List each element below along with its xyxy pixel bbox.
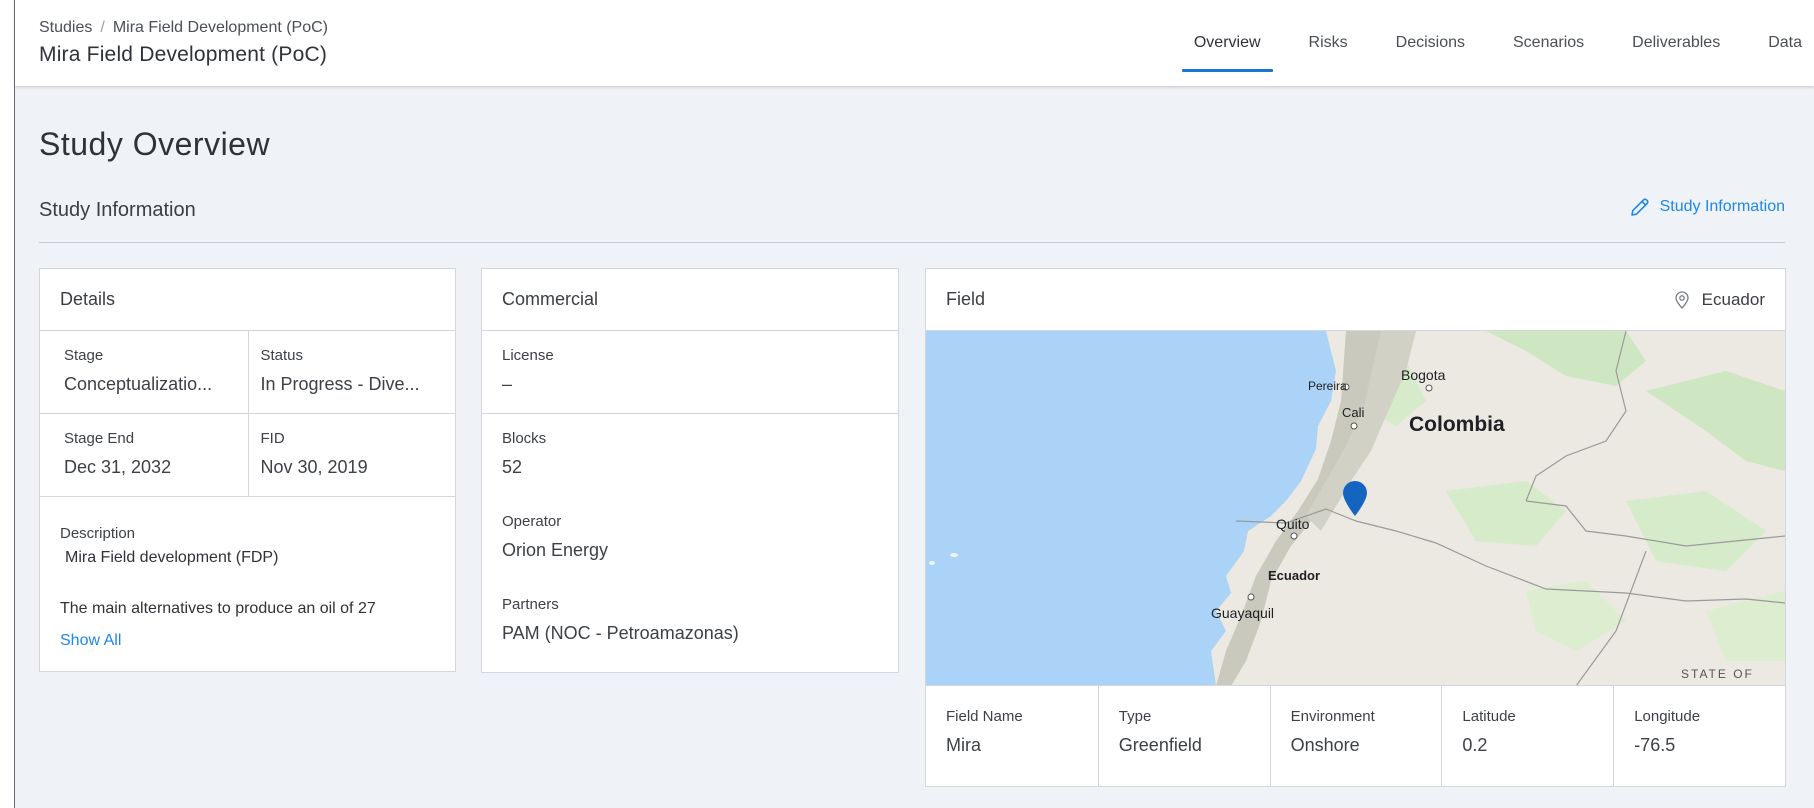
field-environment-value: Onshore	[1290, 735, 1360, 755]
field-map[interactable]: Pereira Bogota Cali Colombia Quito Ecuad…	[926, 331, 1785, 686]
description-text-line1: Mira Field development (FDP)	[65, 549, 279, 566]
license-block: License –	[482, 331, 898, 414]
field-environment-label: Environment	[1290, 708, 1375, 725]
field-card-header: Field Ecuador	[926, 269, 1785, 331]
partners-value: PAM (NOC - Petroamazonas)	[502, 623, 739, 643]
partners-block: Partners PAM (NOC - Petroamazonas)	[502, 596, 878, 679]
edit-link-label: Study Information	[1659, 198, 1785, 215]
fid-cell: FID Nov 30, 2019	[247, 414, 455, 497]
field-name-label: Field Name	[946, 708, 1023, 725]
commercial-card-title: Commercial	[502, 289, 599, 309]
license-value: –	[502, 374, 513, 394]
description-text-line2: The main alternatives to produce an oil …	[60, 600, 376, 617]
field-longitude-label: Longitude	[1634, 708, 1701, 725]
map-label-quito: Quito	[1276, 516, 1310, 532]
operator-block: Operator Orion Energy	[502, 513, 878, 596]
field-stats: Field Name Mira Type Greenfield Environm…	[926, 686, 1785, 786]
description-label: Description	[60, 525, 136, 542]
edit-study-information-link[interactable]: Study Information	[1628, 195, 1785, 219]
map-label-state-of: STATE OF	[1681, 667, 1754, 681]
commercial-card-header: Commercial	[482, 269, 898, 331]
field-name-stat: Field Name Mira	[926, 686, 1098, 786]
stage-label: Stage	[64, 347, 104, 364]
tab-bar: Overview Risks Decisions Scenarios Deliv…	[1170, 0, 1814, 86]
map-label-pereira: Pereira	[1308, 379, 1347, 393]
field-longitude-value: -76.5	[1634, 735, 1676, 755]
breadcrumb: Studies / Mira Field Development (PoC)	[39, 19, 328, 37]
field-type-label: Type	[1118, 708, 1152, 725]
operator-label: Operator	[502, 513, 562, 530]
details-card-header: Details	[40, 269, 455, 331]
field-latitude-label: Latitude	[1462, 708, 1516, 725]
details-card-title: Details	[60, 289, 116, 309]
map-label-ecuador: Ecuador	[1268, 568, 1321, 583]
study-title: Mira Field Development (PoC)	[39, 43, 328, 66]
blocks-value: 52	[502, 457, 523, 477]
fid-label: FID	[260, 430, 285, 447]
partners-label: Partners	[502, 596, 559, 613]
map-label-cali: Cali	[1342, 405, 1365, 420]
map-label-colombia: Colombia	[1409, 413, 1505, 436]
tab-overview[interactable]: Overview	[1170, 0, 1285, 86]
field-card-title: Field	[946, 289, 986, 309]
field-location: Ecuador	[1672, 290, 1765, 310]
field-type-stat: Type Greenfield	[1097, 686, 1270, 786]
tab-deliverables[interactable]: Deliverables	[1608, 0, 1744, 86]
blocks-block: Blocks 52	[502, 430, 878, 513]
commercial-card: Commercial License – Blocks 52 Operator …	[481, 268, 899, 673]
field-longitude-stat: Longitude -76.5	[1613, 686, 1785, 786]
operator-value: Orion Energy	[502, 540, 609, 560]
location-pin-icon	[1675, 290, 1689, 309]
map-label-guayaquil: Guayaquil	[1211, 605, 1275, 621]
stage-end-label: Stage End	[64, 430, 135, 447]
page: Studies / Mira Field Development (PoC) Mir…	[15, 0, 1814, 808]
status-cell: Status In Progress - Dive...	[247, 331, 455, 414]
stage-cell: Stage Conceptualizatio...	[40, 331, 248, 414]
status-label: Status	[260, 347, 304, 364]
field-latitude-value: 0.2	[1462, 735, 1488, 755]
tab-risks[interactable]: Risks	[1285, 0, 1372, 86]
details-card: Details Stage Conceptualizatio... Status…	[39, 268, 456, 672]
pencil-icon	[1630, 198, 1649, 216]
stage-end-cell: Stage End Dec 31, 2032	[40, 414, 248, 497]
blocks-label: Blocks	[502, 430, 547, 447]
field-latitude-stat: Latitude 0.2	[1441, 686, 1613, 786]
page-title: Study Overview	[39, 126, 271, 162]
stage-value: Conceptualizatio...	[64, 374, 213, 394]
section-divider	[39, 242, 1785, 243]
field-country: Ecuador	[1701, 289, 1765, 309]
tab-scenarios[interactable]: Scenarios	[1489, 0, 1608, 86]
tab-data[interactable]: Data	[1744, 0, 1814, 86]
field-card: Field Ecuador Pereira Bogota Cali Colomb…	[925, 268, 1786, 787]
top-bar: Studies / Mira Field Development (PoC) Mir…	[15, 0, 1814, 86]
breadcrumb-studies[interactable]: Studies	[39, 19, 92, 36]
status-value: In Progress - Dive...	[260, 374, 420, 394]
stage-end-value: Dec 31, 2032	[64, 457, 172, 477]
field-type-value: Greenfield	[1118, 735, 1202, 755]
fid-value: Nov 30, 2019	[260, 457, 368, 477]
map-terrain	[929, 331, 1785, 685]
description-block: Description Mira Field development (FDP)…	[40, 497, 455, 650]
field-environment-stat: Environment Onshore	[1269, 686, 1442, 786]
license-label: License	[502, 347, 554, 364]
section-title: Study Information	[39, 199, 196, 221]
tab-decisions[interactable]: Decisions	[1372, 0, 1489, 86]
map-label-bogota: Bogota	[1401, 367, 1446, 383]
show-all-link[interactable]: Show All	[60, 632, 121, 650]
breadcrumb-current-study[interactable]: Mira Field Development (PoC)	[113, 19, 328, 36]
field-name-value: Mira	[946, 735, 981, 755]
breadcrumb-separator: /	[100, 19, 105, 36]
